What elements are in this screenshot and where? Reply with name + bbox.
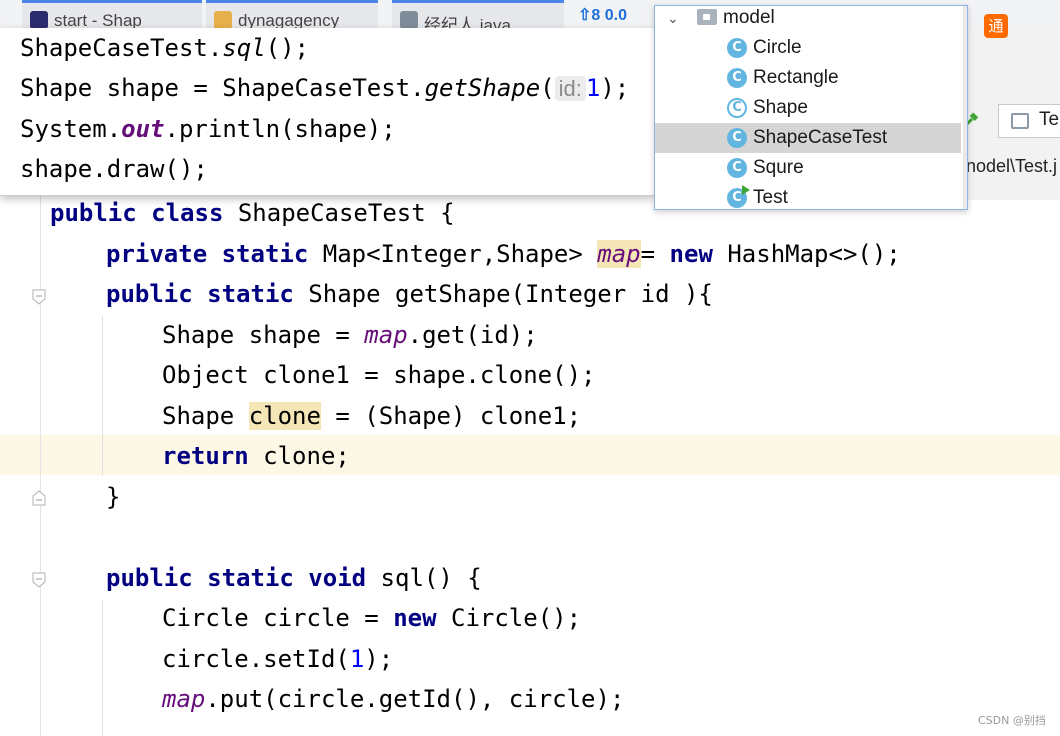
tree-node-circle[interactable]: C Circle (655, 33, 967, 63)
code-line-sql-signature: public static void sql() { (106, 564, 482, 592)
class-icon: C (727, 68, 747, 88)
taskbar-tab-file[interactable]: 经纪人.java (392, 0, 564, 30)
parameter-hint: id: (554, 76, 586, 101)
tree-node-label: ShapeCaseTest (753, 127, 888, 148)
file-icon (400, 11, 418, 29)
usage-popup[interactable]: ShapeCaseTest.sql(); Shape shape = Shape… (0, 28, 654, 196)
code-line-put: map.put(circle.getId(), circle); (162, 685, 625, 713)
code-line-field: private static Map<Integer,Shape> map= n… (106, 240, 901, 268)
usage-line[interactable]: System.out.println(shape); (20, 111, 396, 147)
chevron-down-icon[interactable]: ⌄ (667, 6, 679, 33)
tree-node-label: Test (753, 187, 788, 208)
project-tree-popup[interactable]: ⌄ model C Circle C Rectangle C Shape C S… (654, 5, 968, 210)
usage-line[interactable]: ShapeCaseTest.sql(); (20, 30, 309, 66)
orange-app-icon[interactable]: 通 (984, 14, 1008, 38)
code-editor[interactable]: public class ShapeCaseTest { private sta… (0, 195, 1060, 736)
intellij-icon (30, 11, 48, 29)
folder-icon (214, 11, 232, 29)
tree-node-label: Squre (753, 157, 804, 178)
taskbar-tab-intellij[interactable]: start - Shap (22, 0, 202, 30)
abstract-class-icon: C (727, 98, 747, 118)
tree-node-label: Circle (753, 37, 802, 58)
tree-node-test[interactable]: C Test (655, 183, 967, 209)
run-config-label: Te (1039, 109, 1060, 130)
run-config-icon (1011, 113, 1029, 129)
class-icon: C (727, 158, 747, 178)
class-icon: C (727, 128, 747, 148)
code-line-getshape-signature: public static Shape getShape(Integer id … (106, 280, 713, 308)
watermark: CSDN @别挡 (978, 714, 1046, 727)
run-config-tab[interactable]: Te (998, 104, 1060, 138)
breadcrumb-path: nodel\Test.j (966, 156, 1058, 176)
tree-node-package[interactable]: ⌄ model (655, 6, 967, 33)
tree-node-squre[interactable]: C Squre (655, 153, 967, 183)
tree-node-rectangle[interactable]: C Rectangle (655, 63, 967, 93)
usage-line[interactable]: Shape shape = ShapeCaseTest.getShape(id:… (20, 70, 629, 106)
tree-node-shape[interactable]: C Shape (655, 93, 967, 123)
package-folder-icon (697, 9, 717, 25)
code-line-return: return clone; (162, 442, 350, 470)
code-line-close-brace: } (106, 483, 121, 511)
tree-node-label: model (723, 7, 775, 28)
code-line-cast: Shape clone = (Shape) clone1; (162, 402, 582, 430)
code-line-new-circle: Circle circle = new Circle(); (162, 604, 582, 632)
class-icon: C (727, 38, 747, 58)
runnable-class-icon: C (727, 185, 750, 208)
tree-node-label: Shape (753, 97, 808, 118)
network-speed: ⇧8 0.0 (578, 7, 627, 24)
code-line-class-decl: public class ShapeCaseTest { (50, 199, 455, 227)
code-line-get: Shape shape = map.get(id); (162, 321, 538, 349)
scrollbar[interactable] (963, 6, 967, 209)
code-line-clone1: Object clone1 = shape.clone(); (162, 361, 596, 389)
tree-node-label: Rectangle (753, 67, 839, 88)
tree-node-shapecasetest[interactable]: C ShapeCaseTest (655, 123, 961, 153)
code-line-setid: circle.setId(1); (162, 645, 394, 673)
taskbar-tab-folder[interactable]: dynagagency (206, 0, 378, 30)
usage-line[interactable]: shape.draw(); (20, 151, 208, 187)
